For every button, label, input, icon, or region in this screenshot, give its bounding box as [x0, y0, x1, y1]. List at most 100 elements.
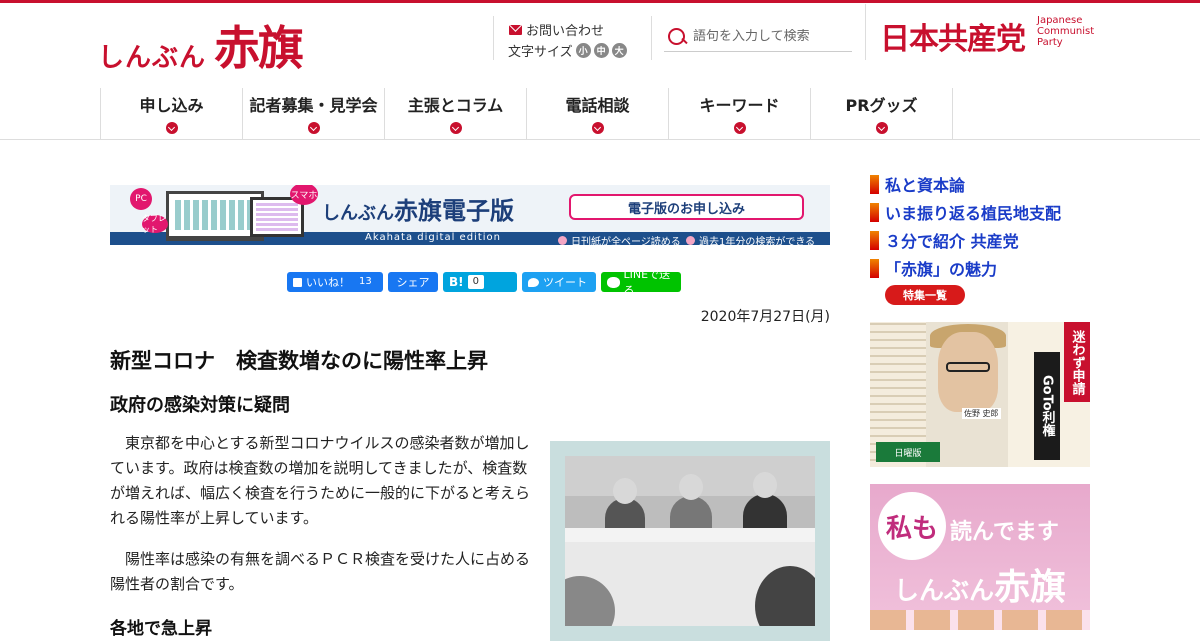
feature-link[interactable]: 「赤旗」の魅力: [870, 254, 1061, 282]
pc-badge: PC: [130, 188, 152, 210]
nav-label: 主張とコラム: [407, 96, 504, 115]
bullet-icon: [686, 236, 695, 245]
twitter-bird-icon: [528, 277, 539, 287]
banner-title-kana: しんぶん: [322, 203, 394, 224]
share-label: シェア: [396, 276, 430, 289]
banner-note-text: 日刊紙が全ページ読める: [571, 237, 681, 245]
feature-link[interactable]: 私と資本論: [870, 170, 1061, 198]
like-count: 13: [359, 276, 372, 287]
top-accent-line: [0, 0, 1200, 3]
article-paragraph: 東京都を中心とする新型コロナウイルスの感染者数が増加しています。政府は検査数の増…: [110, 434, 531, 527]
main-nav: 申し込み 記者募集・見学会 主張とコラム 電話相談 キーワード PRグッズ: [100, 88, 953, 139]
banner-title-main: 赤旗電子版: [394, 197, 514, 225]
feature-link-label: 私と資本論: [885, 176, 966, 195]
banner-apply-button[interactable]: 電子版のお申し込み: [569, 194, 804, 220]
reader-campaign-ad[interactable]: 私も 読んでます しんぶん赤旗: [870, 484, 1090, 630]
like-label: いいね！: [306, 276, 350, 289]
nav-label: PRグッズ: [845, 96, 918, 115]
font-size-medium-button[interactable]: 中: [593, 43, 609, 58]
photo-image: [565, 456, 815, 626]
banner-title: しんぶん赤旗電子版: [322, 191, 514, 226]
chevron-down-icon: [449, 122, 462, 134]
font-size-control: 文字サイズ 小 中 大: [508, 41, 627, 60]
nav-item-apply[interactable]: 申し込み: [101, 88, 243, 139]
digital-edition-banner[interactable]: PC タブレット スマホ しんぶん赤旗電子版 Akahata digital e…: [110, 185, 830, 245]
jcp-en-line: Japanese: [1037, 15, 1083, 26]
nav-label: キーワード: [699, 96, 780, 115]
article-date: 2020年7月27日(月): [700, 309, 830, 325]
hatena-count: 0: [467, 275, 484, 289]
ad-day-label: 日曜版: [876, 442, 940, 462]
feature-link-label: ３分で紹介 共産党: [885, 232, 1019, 251]
nav-item-recruit[interactable]: 記者募集・見学会: [243, 88, 385, 139]
feature-list-button[interactable]: 特集一覧: [885, 285, 965, 305]
chevron-down-icon: [591, 122, 604, 134]
jcp-en-line: Party: [1037, 37, 1063, 48]
nav-item-goods[interactable]: PRグッズ: [811, 88, 953, 139]
banner-note: 過去1年分の検索ができる: [686, 233, 815, 245]
article-paragraph: 陽性率は感染の有無を調べるＰＣＲ検査を受けた人に占める陽性者の割合です。: [110, 550, 531, 593]
tablet-badge: タブレット: [142, 214, 168, 234]
bullet-icon: [558, 236, 567, 245]
nav-item-keyword[interactable]: キーワード: [669, 88, 811, 139]
ad-faces-row: [870, 610, 1090, 630]
site-logo[interactable]: しんぶん 赤旗: [98, 12, 304, 78]
mail-icon: [509, 24, 522, 35]
hatena-bookmark-button[interactable]: B! 0: [443, 272, 517, 292]
article-section-heading: 各地で急上昇: [110, 619, 212, 639]
nav-label: 記者募集・見学会: [249, 96, 378, 115]
font-size-small-button[interactable]: 小: [575, 43, 591, 58]
font-size-label: 文字サイズ: [508, 45, 573, 60]
hatena-icon: B!: [449, 275, 464, 289]
bar-marker-icon: [870, 258, 879, 278]
line-label: LINEで送る: [623, 268, 671, 297]
facebook-like-button[interactable]: いいね！ 13: [287, 272, 383, 292]
contact-link[interactable]: お問い合わせ: [509, 20, 604, 39]
header-divider: [493, 16, 494, 60]
article-subhead: 政府の感染対策に疑問: [110, 395, 290, 416]
feature-link[interactable]: ３分で紹介 共産党: [870, 226, 1061, 254]
jcp-logo[interactable]: 日本共産党 Japanese Communist Party: [880, 14, 1094, 58]
jcp-en-line: Communist: [1037, 26, 1095, 37]
feature-link[interactable]: いま振り返る植民地支配: [870, 198, 1061, 226]
article-headline: 新型コロナ 検査数増なのに陽性率上昇: [110, 349, 488, 373]
nav-item-phone[interactable]: 電話相談: [527, 88, 669, 139]
sunday-edition-ad[interactable]: 佐野 史郎 迷わず申請 GoTo利権 日曜版: [870, 322, 1090, 467]
photo-person-head: [753, 472, 777, 498]
search-input[interactable]: [693, 29, 851, 44]
photo-foreground-person: [565, 576, 615, 626]
share-buttons: いいね！ 13 シェア B! 0 ツイート LINEで送る: [287, 268, 681, 297]
jcp-english-name: Japanese Communist Party: [1037, 15, 1094, 48]
search-box: [664, 22, 852, 52]
ad-headline: 迷わず申請: [1064, 322, 1090, 402]
ad-headline: GoTo利権: [1034, 352, 1060, 460]
tweet-button[interactable]: ツイート: [522, 272, 596, 292]
ad-text-kana: しんぶん: [894, 576, 995, 605]
bar-marker-icon: [870, 202, 879, 222]
search-icon[interactable]: [667, 27, 687, 47]
chevron-down-icon: [165, 122, 178, 134]
font-size-large-button[interactable]: 大: [611, 43, 627, 58]
ad-text-main: 赤旗: [994, 566, 1067, 608]
banner-note: 日刊紙が全ページ読める: [558, 233, 681, 245]
logo-kana: しんぶん: [98, 43, 207, 73]
ad-text: しんぶん赤旗: [894, 558, 1066, 610]
facebook-share-button[interactable]: シェア: [388, 272, 438, 292]
photo-table: [565, 528, 815, 542]
feature-link-label: 「赤旗」の魅力: [885, 260, 998, 279]
nav-label: 電話相談: [565, 96, 630, 115]
photo-foreground-person: [755, 566, 815, 626]
nav-label: 申し込み: [139, 96, 204, 115]
jcp-name: 日本共産党: [880, 22, 1026, 57]
logo-main: 赤旗: [214, 21, 304, 75]
feature-links: 私と資本論 いま振り返る植民地支配 ３分で紹介 共産党 「赤旗」の魅力: [870, 170, 1061, 282]
smartphone-badge: スマホ: [290, 185, 318, 205]
tweet-label: ツイート: [543, 276, 587, 289]
nav-item-editorial[interactable]: 主張とコラム: [385, 88, 527, 139]
line-icon: [607, 276, 620, 288]
ad-text: 読んでます: [950, 520, 1059, 545]
line-share-button[interactable]: LINEで送る: [601, 268, 681, 297]
ad-glasses: [946, 362, 990, 372]
banner-note-text: 過去1年分の検索ができる: [699, 237, 816, 245]
article-photo[interactable]: [550, 441, 830, 641]
